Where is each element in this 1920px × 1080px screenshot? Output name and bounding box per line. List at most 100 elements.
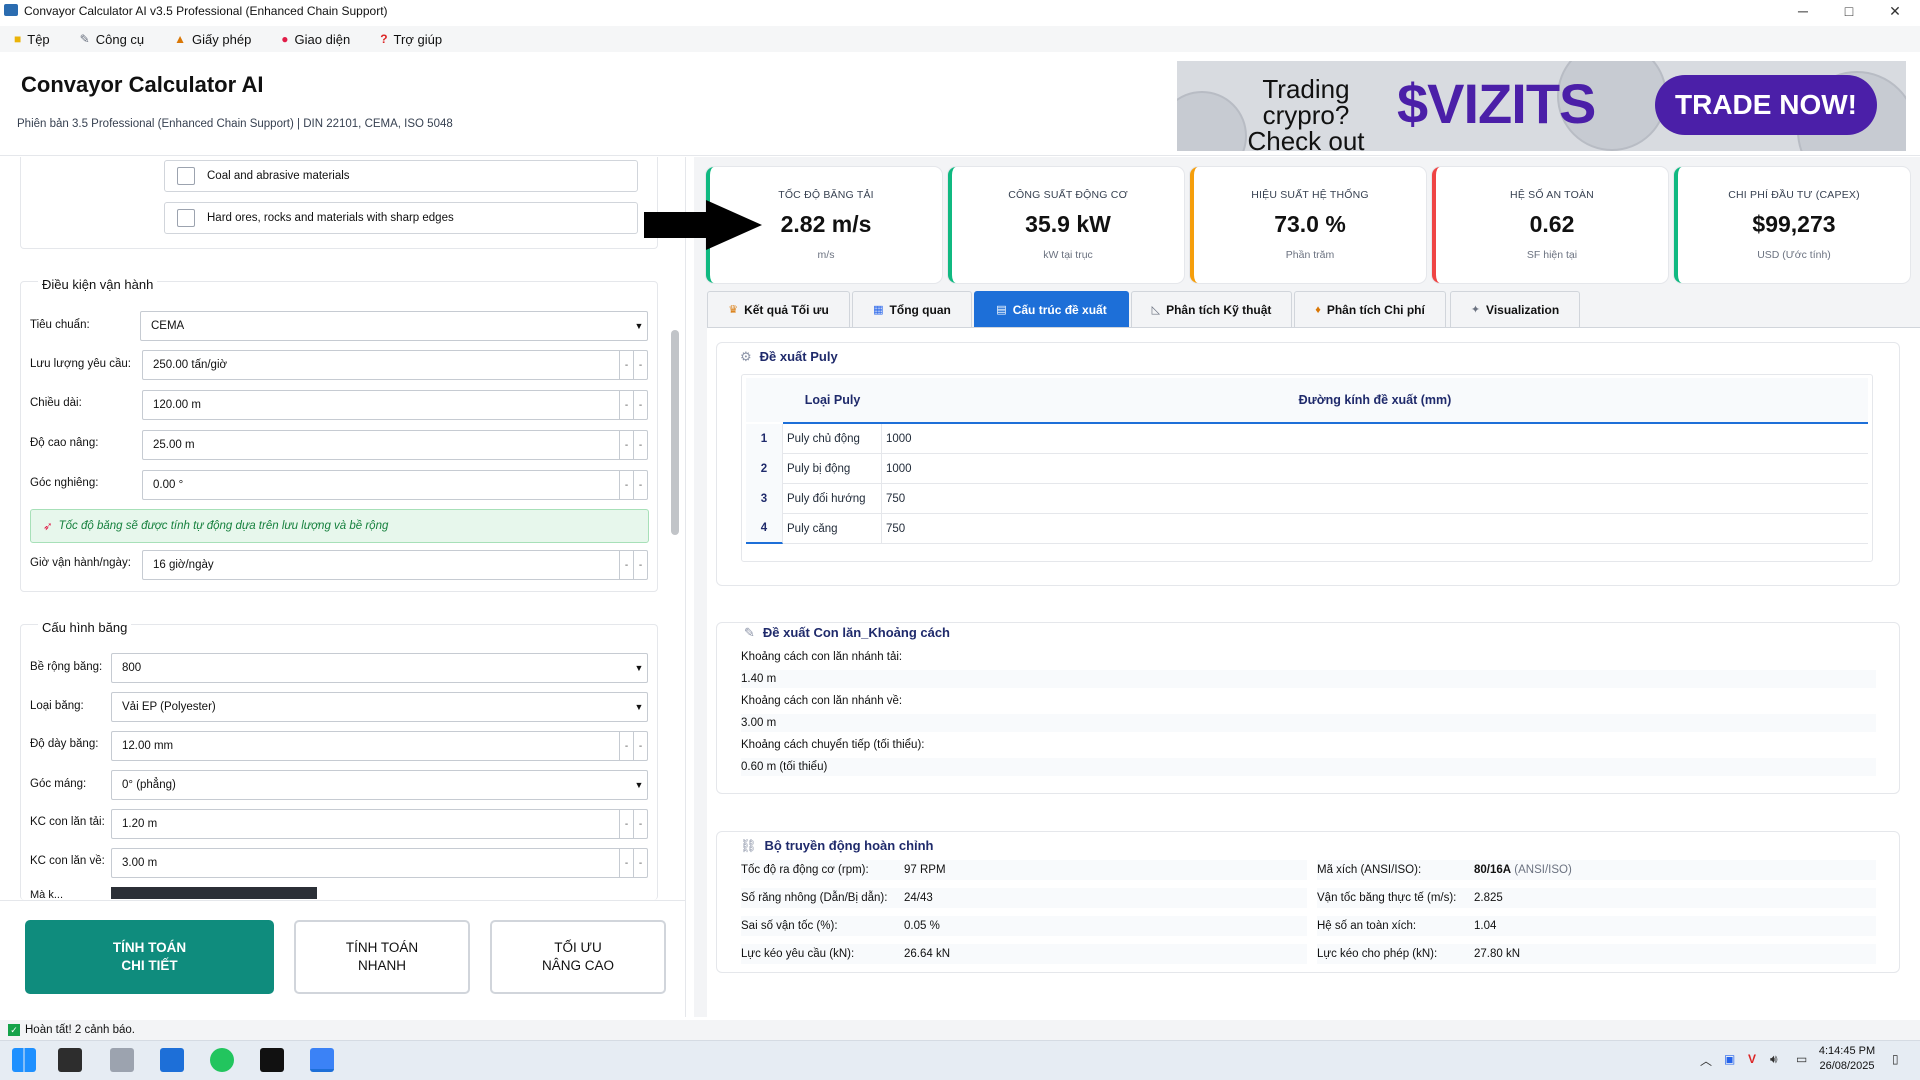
drive-row: Hệ số an toàn xích: 1.04	[1317, 916, 1876, 936]
spin-down-button[interactable]: -	[619, 471, 633, 499]
link-icon: ⛓	[740, 838, 757, 853]
spin-up-button[interactable]: -	[633, 551, 647, 579]
title-bar: Convayor Calculator AI v3.5 Professional…	[0, 0, 1920, 22]
field-label: Chiều dài:	[30, 397, 82, 409]
field-label: Tiêu chuẩn:	[30, 319, 90, 331]
moneybag-icon: ♦	[1315, 303, 1321, 316]
spin-down-button[interactable]: -	[619, 431, 633, 459]
menu-interface[interactable]: ● Giao diện	[281, 32, 350, 47]
display-icon[interactable]: ▭	[1796, 1052, 1807, 1066]
flow-rate-spinbox[interactable]: 250.00 tấn/giờ - -	[142, 350, 648, 380]
checkbox[interactable]	[177, 209, 195, 227]
spin-down-button[interactable]: -	[619, 732, 633, 760]
ad-banner[interactable]: Trading crypro? Check out $VIZITS TRADE N…	[1177, 61, 1906, 151]
chevron-up-icon[interactable]: ︿	[1700, 1052, 1712, 1069]
ruler-icon: ◺	[1151, 304, 1161, 316]
maximize-button[interactable]: □	[1826, 0, 1872, 22]
drive-row: Sai số vận tốc (%): 0.05 %	[741, 916, 1307, 936]
drive-row: Tốc độ ra động cơ (rpm): 97 RPM	[741, 860, 1307, 880]
network-icon[interactable]: ▣	[1724, 1052, 1735, 1066]
table-row[interactable]: 4 Puly căng 750	[746, 513, 1868, 544]
material-option-hard-ores[interactable]: Hard ores, rocks and materials with shar…	[164, 202, 638, 234]
lock-icon: ▲	[174, 32, 187, 46]
field-label: Góc máng:	[30, 778, 87, 790]
column-header[interactable]: Loại Puly	[783, 378, 882, 422]
calculate-detail-button[interactable]: TÍNH TOÁN CHI TIẾT	[25, 920, 274, 994]
spin-up-button[interactable]: -	[633, 431, 647, 459]
calculate-quick-button[interactable]: TÍNH TOÁN NHANH	[294, 920, 470, 994]
column-header[interactable]: Đường kính đề xuất (mm)	[882, 378, 1868, 422]
carry-idler-spacing-spinbox[interactable]: 1.20 m--	[111, 809, 648, 839]
trough-angle-select[interactable]: 0° (phẳng) ▼	[111, 770, 648, 800]
spin-down-button[interactable]: -	[619, 551, 633, 579]
tab-overview[interactable]: ▦ Tổng quan	[852, 291, 972, 327]
table-row[interactable]: 3 Puly đổi hướng 750	[746, 483, 1868, 514]
spin-up-button[interactable]: -	[633, 849, 647, 877]
terminal-icon[interactable]	[58, 1048, 82, 1072]
tab-technical-analysis[interactable]: ◺ Phân tích Kỹ thuật	[1131, 291, 1292, 327]
windows-start-icon[interactable]	[12, 1048, 36, 1072]
spin-down-button[interactable]: -	[619, 849, 633, 877]
spin-up-button[interactable]: -	[633, 732, 647, 760]
app-taskbar-icon[interactable]	[310, 1048, 334, 1072]
field-label: Bề rộng băng:	[30, 661, 103, 673]
menu-tools[interactable]: ✎ Công cụ	[80, 32, 144, 47]
section-title: ⚙ Đề xuất Puly	[740, 349, 838, 364]
belt-thickness-spinbox[interactable]: 12.00 mm - -	[111, 731, 648, 761]
field-label: Mà k...	[30, 889, 64, 899]
table-row[interactable]: 1 Puly chủ động 1000	[746, 423, 1868, 454]
length-spinbox[interactable]: 120.00 m--	[142, 390, 648, 420]
drive-row: Lực kéo cho phép (kN): 27.80 kN	[1317, 944, 1876, 964]
info-note: ➶ Tốc độ băng sẽ được tính tự động dựa tr…	[30, 509, 649, 543]
spin-up-button[interactable]: -	[633, 351, 647, 379]
app-subtitle: Phiên bản 3.5 Professional (Enhanced Cha…	[17, 118, 453, 130]
minimize-button[interactable]: ─	[1780, 0, 1826, 22]
color-swatch-field[interactable]	[111, 887, 317, 899]
tab-visualization[interactable]: ✦ Visualization	[1450, 291, 1580, 327]
group-title: Cấu hình băng	[38, 620, 132, 635]
tab-cost-analysis[interactable]: ♦ Phân tích Chi phí	[1294, 291, 1446, 327]
tab-proposed-structure[interactable]: ▤ Cấu trúc đề xuất	[974, 291, 1129, 327]
material-option-coal[interactable]: Coal and abrasive materials	[164, 160, 638, 192]
lift-height-spinbox[interactable]: 25.00 m--	[142, 430, 648, 460]
explorer-icon[interactable]	[160, 1048, 184, 1072]
standard-select[interactable]: CEMA ▼	[140, 311, 648, 341]
menu-help[interactable]: ? Trợ giúp	[380, 32, 442, 47]
chevron-down-icon: ▼	[634, 702, 644, 712]
belt-type-select[interactable]: Vải EP (Polyester) ▼	[111, 692, 648, 722]
field-label: Góc nghiêng:	[30, 477, 99, 489]
notification-icon[interactable]: ▯	[1892, 1052, 1899, 1066]
spin-down-button[interactable]: -	[619, 810, 633, 838]
metric-card-motor-power: Công suất động cơ 35.9 kW kW tại trục	[948, 167, 1184, 283]
antivirus-icon[interactable]: V	[1748, 1052, 1756, 1066]
optimize-advanced-button[interactable]: TỐI ƯU NÂNG CAO	[490, 920, 666, 994]
calculator-icon[interactable]	[110, 1048, 134, 1072]
tab-optimization-results[interactable]: ♛ Kết quả Tối ưu	[707, 291, 850, 327]
close-button[interactable]: ✕	[1872, 0, 1918, 22]
check-icon: ✓	[8, 1024, 20, 1036]
return-idler-spacing-spinbox[interactable]: 3.00 m--	[111, 848, 648, 878]
table-row[interactable]: 2 Puly bị động 1000	[746, 453, 1868, 484]
scrollbar-thumb[interactable]	[671, 330, 679, 535]
ruler-icon: ✎	[744, 625, 755, 640]
menu-license[interactable]: ▲ Giấy phép	[174, 32, 251, 47]
belt-width-select[interactable]: 800 ▼	[111, 653, 648, 683]
spin-down-button[interactable]: -	[619, 351, 633, 379]
incline-angle-spinbox[interactable]: 0.00 ° - -	[142, 470, 648, 500]
ad-cta-button[interactable]: TRADE NOW!	[1655, 75, 1877, 135]
speaker-icon[interactable]: 🔊︎	[1770, 1052, 1778, 1067]
menu-file[interactable]: ■ Tệp	[14, 32, 50, 47]
spin-up-button[interactable]: -	[633, 471, 647, 499]
browser-icon[interactable]	[210, 1048, 234, 1072]
capcut-icon[interactable]	[260, 1048, 284, 1072]
checkbox[interactable]	[177, 167, 195, 185]
operating-hours-spinbox[interactable]: 16 giờ/ngày - -	[142, 550, 648, 580]
taskbar-clock[interactable]: 4:14:45 PM 26/08/2025	[1812, 1044, 1882, 1074]
field-label: KC con lăn tải:	[30, 816, 105, 828]
roller-label: Khoảng cách con lăn nhánh tải:	[741, 651, 903, 663]
spin-up-button[interactable]: -	[633, 391, 647, 419]
trophy-icon: ♛	[728, 304, 739, 316]
spin-down-button[interactable]: -	[619, 391, 633, 419]
spin-up-button[interactable]: -	[633, 810, 647, 838]
ad-brand: $VIZITS	[1397, 72, 1596, 135]
